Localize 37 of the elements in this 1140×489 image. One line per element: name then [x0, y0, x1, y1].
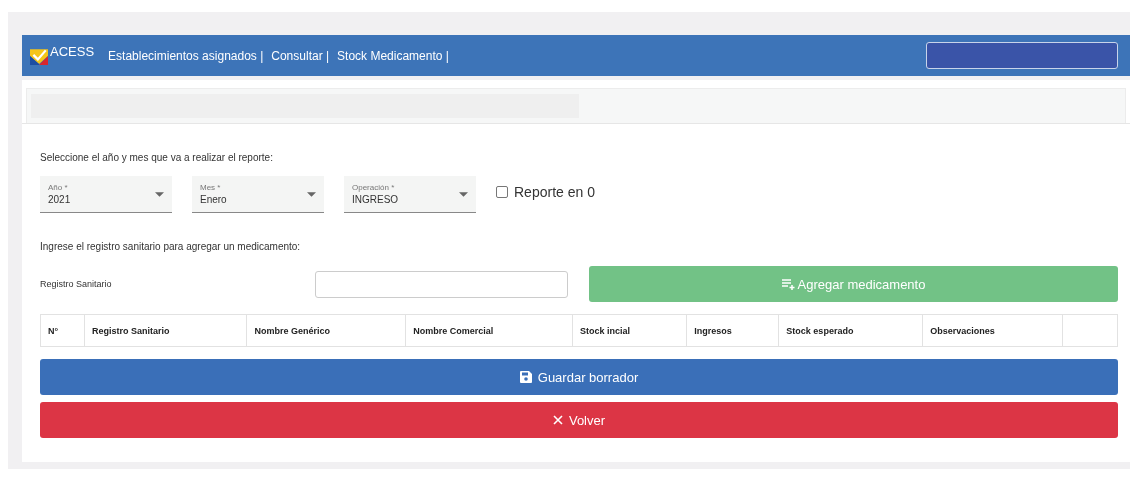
field-label: Registro Sanitario	[40, 279, 113, 289]
form-instruction: Ingrese el registro sanitario para agregar un medicamento:	[40, 241, 302, 252]
dropdown-field[interactable]: Mes * Enero	[192, 176, 324, 213]
nav-link[interactable]: Stock Medicamento |	[337, 48, 449, 63]
floating-label: Año *	[48, 183, 69, 192]
column-header: Observaciones	[922, 314, 1063, 347]
column-header: Ingresos	[686, 314, 779, 347]
column-header: N°	[40, 314, 85, 347]
user-menu[interactable]	[926, 42, 1118, 69]
column-header: Nombre Comercial	[405, 314, 573, 347]
brand-name: ACESS	[50, 44, 95, 59]
column-header: Stock esperado	[778, 314, 923, 347]
logo-icon	[30, 46, 48, 65]
form-instruction: Seleccione el año y mes que va a realizar el reporte:	[40, 152, 274, 163]
floating-label: Mes *	[200, 183, 222, 192]
back-button[interactable]: Volver	[40, 402, 1118, 438]
checkbox[interactable]	[496, 185, 508, 198]
caret-icon	[459, 191, 468, 197]
dropdown-field[interactable]: Operación * INGRESO	[344, 176, 476, 213]
column-header: Nombre Genérico	[246, 314, 406, 347]
column-header: Registro Sanitario	[84, 314, 247, 347]
registro-field[interactable]	[315, 270, 568, 298]
selected-value: 2021	[48, 194, 72, 205]
playlist-add-icon	[781, 278, 796, 290]
floating-label: Operación *	[352, 183, 396, 192]
nav-link[interactable]: Consultar |	[271, 48, 330, 63]
dropdown-field[interactable]: Año * 2021	[40, 176, 172, 213]
selected-value: Enero	[200, 194, 228, 205]
caret-icon	[155, 191, 164, 197]
checkbox-label: Reporte en 0	[514, 183, 595, 200]
selected-value: INGRESO	[352, 194, 400, 205]
close-icon	[552, 415, 563, 425]
save-draft-button[interactable]: Guardar borrador	[40, 359, 1118, 395]
column-header: Stock incial	[572, 314, 687, 347]
save-icon	[519, 371, 532, 383]
caret-icon	[307, 191, 316, 197]
nav-link[interactable]: Establecimientos asignados |	[108, 48, 264, 63]
